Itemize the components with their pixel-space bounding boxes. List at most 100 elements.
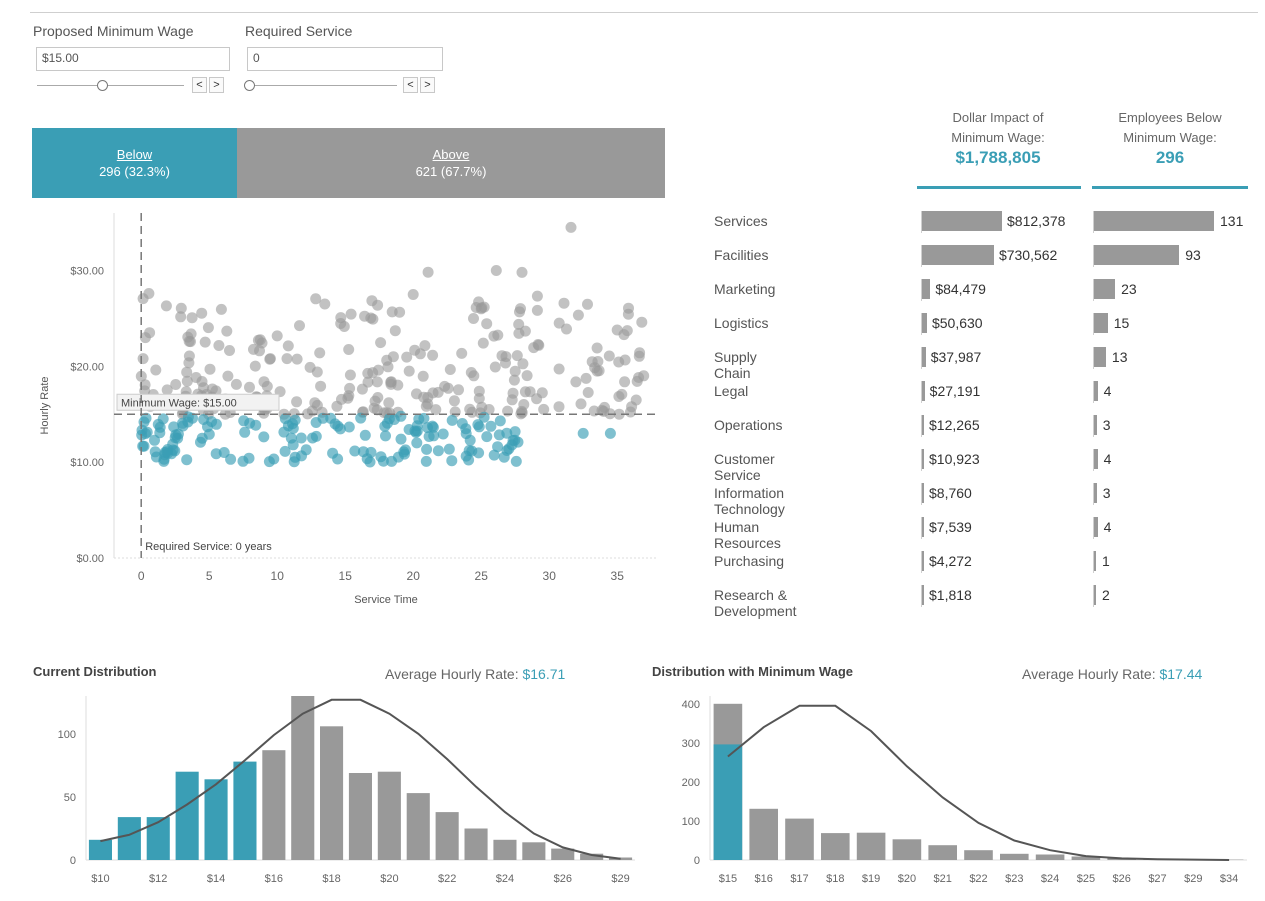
scatter-point-above — [589, 362, 601, 374]
min-wage-prev-button[interactable]: < — [192, 77, 207, 93]
scatter-point-above — [613, 391, 625, 402]
impact-bar — [922, 449, 924, 469]
scatter-point-below — [409, 425, 421, 437]
employees-value: 4 — [1103, 519, 1112, 535]
scatter-point-above — [372, 392, 384, 403]
scatter-point-above — [634, 347, 646, 359]
department-label: Information Technology — [714, 485, 785, 517]
department-label: Facilities — [714, 247, 769, 263]
min-wage-average-label: Average Hourly Rate: — [1022, 666, 1156, 682]
dollar-impact-kpi: Dollar Impact of Minimum Wage: $1,788,80… — [915, 108, 1081, 168]
service-input[interactable]: 0 — [247, 47, 443, 71]
scatter-point-above — [553, 401, 565, 413]
service-slider[interactable] — [250, 85, 397, 86]
hist-x-tick-label: $10 — [91, 873, 109, 885]
x-tick-label: 25 — [475, 569, 489, 583]
scatter-point-above — [338, 321, 350, 332]
scatter-point-below — [446, 455, 458, 467]
scatter-point-below — [332, 420, 344, 432]
scatter-point-above — [367, 313, 379, 325]
employees-bar — [1094, 279, 1116, 299]
scatter-point-below — [494, 415, 506, 427]
scatter-point-above — [570, 376, 582, 388]
scatter-point-below — [432, 445, 444, 457]
service-prev-button[interactable]: < — [403, 77, 418, 93]
scatter-point-above — [516, 266, 528, 278]
scatter-point-below — [243, 452, 255, 464]
scatter-point-above — [422, 266, 434, 278]
hist-bar — [175, 771, 199, 860]
scatter-point-above — [561, 323, 572, 335]
scatter-point-below — [364, 456, 376, 468]
min-wage-next-button[interactable]: > — [209, 77, 224, 93]
above-tab-label: Above — [432, 147, 470, 162]
min-wage-param-label: Proposed Minimum Wage — [33, 23, 194, 39]
current-distribution-histogram: 0 50 100 $10 $12 $14 $16 $18 $20 $22 $24 $26 $29 — [58, 696, 635, 885]
hist-bar — [204, 779, 228, 860]
scatter-point-below — [509, 426, 521, 438]
scatter-point-below — [421, 443, 433, 455]
hist-x-tick-label: $23 — [1005, 873, 1023, 885]
dollar-impact-title-1: Dollar Impact of — [952, 110, 1044, 125]
scatter-point-above — [271, 330, 283, 342]
min-wage-input[interactable]: $15.00 — [36, 47, 230, 71]
hist-bar — [117, 817, 141, 860]
scatter-point-below — [169, 432, 181, 444]
department-label: Marketing — [714, 281, 776, 297]
scatter-point-above — [343, 344, 355, 355]
scatter-point-below — [359, 429, 371, 441]
hist-x-tick-label: $25 — [1077, 873, 1095, 885]
impact-value: $4,272 — [929, 553, 972, 569]
hist-bar — [435, 812, 459, 860]
scatter-point-above — [224, 345, 235, 356]
hist-y-tick-label: 0 — [694, 855, 700, 867]
hist-y-tick-label: 200 — [682, 777, 700, 789]
scatter-point-above — [344, 369, 356, 381]
min-wage-slider-thumb[interactable] — [97, 80, 109, 91]
service-next-button[interactable]: > — [420, 77, 435, 93]
hist-x-tick-label: $19 — [862, 873, 880, 885]
scatter-point-above — [538, 403, 550, 415]
scatter-point-above — [394, 306, 406, 318]
below-tab[interactable]: Below 296 (32.3%) — [32, 128, 237, 198]
service-slider-thumb[interactable] — [244, 80, 255, 91]
hist-bar — [522, 842, 546, 860]
impact-bar — [922, 245, 994, 265]
scatter-point-above — [516, 405, 528, 417]
scatter-point-above — [603, 350, 615, 362]
scatter-point-above — [196, 307, 208, 319]
hist-bar — [749, 808, 778, 860]
impact-value: $12,265 — [929, 417, 980, 433]
min-wage-average-value: $17.44 — [1159, 666, 1203, 682]
impact-value: $812,378 — [1007, 213, 1066, 229]
hist-bar — [964, 850, 993, 860]
x-tick-label: 35 — [611, 569, 625, 583]
scatter-point-below — [138, 416, 150, 428]
employees-value: 3 — [1102, 485, 1111, 501]
employees-below-kpi: Employees Below Minimum Wage: 296 — [1092, 108, 1248, 168]
y-tick-label: $20.00 — [70, 361, 104, 373]
scatter-point-above — [403, 365, 415, 377]
scatter-point-above — [572, 309, 584, 321]
scatter-point-above — [582, 387, 594, 398]
scatter-point-above — [521, 370, 533, 382]
hist-x-tick-label: $21 — [934, 873, 952, 885]
department-label: Services — [714, 213, 768, 229]
department-label: Operations — [714, 417, 783, 433]
above-tab[interactable]: Above 621 (67.7%) — [237, 128, 665, 198]
current-distribution-title: Current Distribution — [33, 664, 157, 679]
min-wage-reference-label: Minimum Wage: $15.00 — [121, 397, 237, 409]
impact-bar — [922, 551, 924, 571]
scatter-point-below — [577, 427, 589, 439]
employees-value: 4 — [1103, 383, 1112, 399]
employees-value: 131 — [1220, 213, 1244, 229]
department-label: Supply Chain — [714, 349, 757, 381]
scatter-point-above — [481, 318, 493, 330]
impact-value: $1,818 — [929, 587, 972, 603]
department-label: Customer Service — [714, 451, 775, 483]
scatter-point-above — [613, 356, 625, 368]
scatter-point-below — [395, 433, 407, 445]
scatter-point-above — [230, 378, 242, 390]
scatter-point-below — [181, 454, 193, 466]
min-wage-slider[interactable] — [37, 85, 184, 86]
